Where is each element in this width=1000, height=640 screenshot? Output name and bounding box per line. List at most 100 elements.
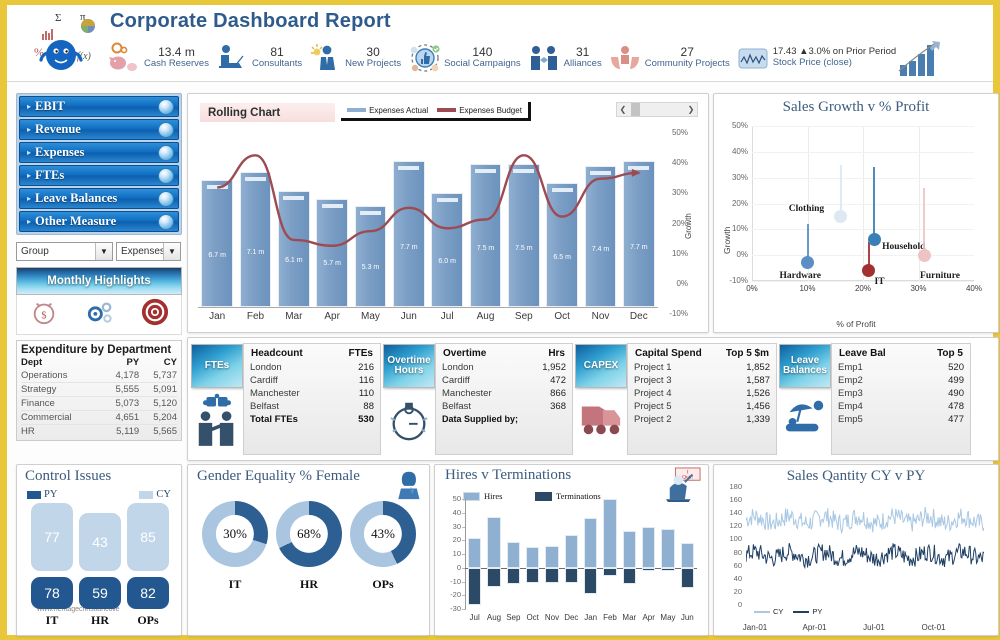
leave-balances-tile[interactable]: Leave Balances xyxy=(779,344,831,454)
chevron-right-icon[interactable]: ❯ xyxy=(685,105,697,114)
sq-legend-item: PY xyxy=(793,607,822,616)
hires-bar xyxy=(526,547,540,568)
cell-cy: 5,565 xyxy=(153,426,177,437)
cell-dept: Finance xyxy=(21,396,102,411)
control-issues-title: Control Issues xyxy=(25,468,112,484)
table-header-row: Overtime Hrs xyxy=(442,347,566,361)
sq-y-tick: 100 xyxy=(729,534,742,544)
legend-swatch-py xyxy=(27,490,41,499)
hires-bar xyxy=(680,543,694,568)
overtime-tile[interactable]: Overtime Hours xyxy=(383,344,435,454)
rolling-chart-plot: 6.7 m 7.1 m 6.1 m 5.7 m 5.3 m 7.7 m 6.0 m 7.5 m… xyxy=(198,132,658,307)
scatter-point[interactable] xyxy=(917,248,931,262)
rolling-chart-scrollbar[interactable]: ❮ ❯ xyxy=(616,102,698,117)
gears-icon[interactable] xyxy=(83,298,117,331)
hires-x-label: Aug xyxy=(486,613,502,622)
table-row: Emp3 490 xyxy=(838,388,964,399)
kpi-community-projects[interactable]: 27 Community Projects xyxy=(608,41,730,75)
table-row: HR 5,119 5,565 xyxy=(21,425,177,439)
control-issues-py-bar: 82 xyxy=(127,577,169,609)
gender-donut: 30% xyxy=(202,501,268,567)
bar-legend-icon xyxy=(347,108,367,112)
terminations-bar xyxy=(526,567,540,583)
table-row: Cardiff 116 xyxy=(250,375,374,386)
kpi-social-campaigns[interactable]: 140 Social Campaigns xyxy=(407,41,521,75)
cell-dept: Operations xyxy=(21,369,102,383)
sq-legend-swatch xyxy=(793,610,810,613)
sidebar-item-other-measure[interactable]: ▸ Other Measure xyxy=(19,211,179,232)
donut-center-label: 68% xyxy=(289,514,329,554)
chevron-right-icon: ▸ xyxy=(27,171,32,180)
sq-y-tick: 40 xyxy=(733,573,742,583)
ftes-block: FTEs Headcount FTEs London 216 Cardiff 1… xyxy=(191,341,381,457)
helping-hands-icon xyxy=(608,41,642,75)
scatter-x-tick: 10% xyxy=(799,284,816,293)
scatter-gridline xyxy=(752,229,974,231)
scatter-stem xyxy=(873,167,876,240)
legend-label: Expenses Budget xyxy=(459,105,522,115)
legend-expenses-actual: Expenses Actual xyxy=(347,106,428,115)
scatter-stem xyxy=(839,164,842,217)
scatter-point[interactable] xyxy=(867,233,881,247)
table-row: Commercial 4,651 5,204 xyxy=(21,410,177,425)
scroll-track[interactable] xyxy=(629,103,685,116)
sidebar-item-leave-balances[interactable]: ▸ Leave Balances xyxy=(19,188,179,209)
sidebar-item-ebit[interactable]: ▸ EBIT xyxy=(19,96,179,117)
table-header-row: Headcount FTEs xyxy=(250,347,374,361)
col-dept: Dept xyxy=(21,357,43,368)
kpi-label: Cash Reserves xyxy=(144,58,209,70)
sidebar-item-revenue[interactable]: ▸ Revenue xyxy=(19,119,179,140)
sidebar-item-ftes[interactable]: ▸ FTEs xyxy=(19,165,179,186)
chevron-left-icon[interactable]: ❮ xyxy=(617,105,629,114)
terminations-bar xyxy=(506,567,520,585)
alarm-money-icon[interactable]: $ xyxy=(29,298,59,331)
sq-y-tick: 180 xyxy=(729,482,742,491)
kpi-value: 13.4 m xyxy=(158,44,195,59)
sales-growth-title: Sales Growth v % Profit xyxy=(782,99,930,115)
kpi-stock-price[interactable]: 17.43 ▲3.0% on Prior Period Stock Price … xyxy=(736,39,947,77)
capex-tile[interactable]: CAPEX xyxy=(575,344,627,454)
sq-y-tick: 60 xyxy=(733,560,742,570)
highlight-icon-strip: $ xyxy=(16,295,182,335)
cell-py: 4,651 xyxy=(101,410,140,425)
legend-terminations: Terminations xyxy=(535,491,601,501)
hires-y-tickmark xyxy=(462,609,466,610)
control-issues-cy-bar: 85 xyxy=(127,503,169,571)
headcount-table: Headcount FTEs London 216 Cardiff 116 Manc… xyxy=(243,343,381,455)
kpi-consultants[interactable]: 81 Consultants xyxy=(215,41,302,75)
rolling-chart-title: Rolling Chart xyxy=(200,103,335,122)
chevron-down-icon[interactable]: ▼ xyxy=(163,243,180,260)
cement-truck-icon xyxy=(576,393,626,446)
measure-label: Expenses xyxy=(35,145,85,159)
hires-bar xyxy=(564,534,578,568)
scatter-gridline xyxy=(752,151,974,153)
dashboard-frame: Σ π % f(x) Corporate Dashboard Report 13… xyxy=(0,0,1000,640)
monthly-highlights-banner[interactable]: Monthly Highlights xyxy=(16,267,182,295)
kpi-cash-reserves[interactable]: 13.4 m Cash Reserves xyxy=(107,41,209,75)
col-leave-bal: Leave Bal xyxy=(839,348,886,359)
ftes-tile[interactable]: FTEs xyxy=(191,344,243,454)
kpi-new-projects[interactable]: 30 New Projects xyxy=(308,41,401,75)
kpi-alliances[interactable]: 31 Alliances xyxy=(527,41,602,75)
legend-terminations-label: Terminations xyxy=(556,491,601,501)
hires-bar xyxy=(661,529,675,568)
sq-x-tick: Jul-01 xyxy=(863,623,885,632)
chevron-down-icon[interactable]: ▼ xyxy=(95,243,112,260)
measure-select[interactable]: Expenses ▼ xyxy=(116,242,181,261)
table-row-total: Total FTEs 530 xyxy=(250,414,374,425)
target-icon[interactable] xyxy=(141,298,169,331)
expenditure-table: Dept PY CY Operations 4,178 5,737 Strate… xyxy=(21,357,177,438)
donut-x-label: OPs xyxy=(372,577,394,591)
chevron-right-icon: ▸ xyxy=(27,194,32,203)
control-issues-py-bar: 59 xyxy=(79,577,121,609)
hires-y-tick: 10 xyxy=(452,549,461,558)
table-row: Project 2 1,339 xyxy=(634,414,770,425)
scroll-thumb[interactable] xyxy=(631,103,640,116)
overtime-tile-label: Overtime Hours xyxy=(383,344,435,388)
group-select[interactable]: Group ▼ xyxy=(16,242,113,261)
table-header-row: Capital Spend Top 5 $m xyxy=(634,347,770,361)
sidebar-item-expenses[interactable]: ▸ Expenses xyxy=(19,142,179,163)
sq-y-tick: 0 xyxy=(737,600,742,609)
header-kpi-strip: 13.4 m Cash Reserves 81 Consultants 30 N… xyxy=(107,35,989,81)
hires-v-terminations-panel: Hires v Terminations Hires Terminations … xyxy=(434,464,709,636)
